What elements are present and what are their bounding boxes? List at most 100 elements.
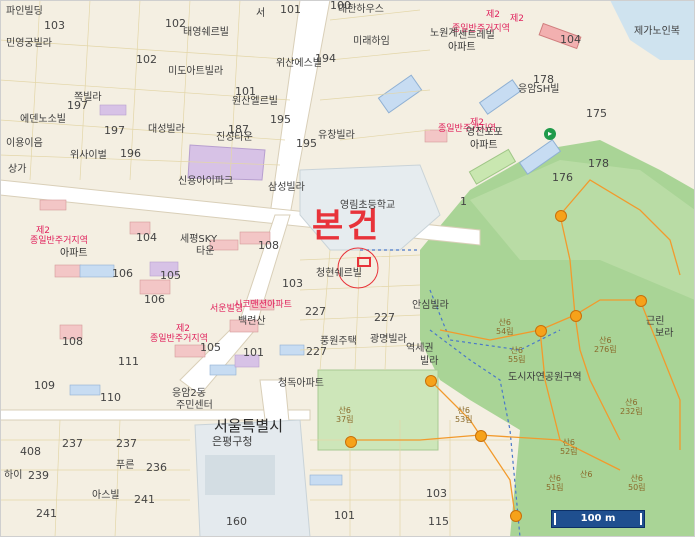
trail-junction-icon[interactable] <box>510 510 522 522</box>
map-label[interactable]: 쪽빌라 <box>74 92 102 103</box>
map-label[interactable]: 광명빌라 <box>370 334 407 345</box>
map-label[interactable]: 응암2동 <box>172 388 206 399</box>
map-label[interactable]: 106 <box>112 268 133 279</box>
map-label[interactable]: 237 <box>116 438 137 449</box>
map-label[interactable]: 서 <box>256 8 265 19</box>
park-entrance-icon[interactable]: ▸ <box>544 128 556 140</box>
map-label[interactable]: 236 <box>146 462 167 473</box>
map-label[interactable]: 102 <box>136 54 157 65</box>
map-label[interactable]: 408 <box>20 446 41 457</box>
map-label[interactable]: 보라 <box>655 328 673 339</box>
map-label[interactable]: 제2 <box>486 10 500 21</box>
trail-junction-icon[interactable] <box>425 375 437 387</box>
map-label[interactable]: 103 <box>44 20 65 31</box>
trail-junction-icon[interactable] <box>475 430 487 442</box>
map-label[interactable]: 백련산 <box>238 316 266 327</box>
map-label[interactable]: 미도아트빌라 <box>168 66 223 77</box>
map-label[interactable]: 196 <box>120 148 141 159</box>
map-label[interactable]: 제2 <box>510 14 524 25</box>
map-label[interactable]: 위사이벌 <box>70 150 107 161</box>
map-label[interactable]: 160 <box>226 516 247 527</box>
map-label[interactable]: 195 <box>296 138 317 149</box>
map-label[interactable]: 원산엘르빌 <box>232 96 278 107</box>
map-label[interactable]: 237 <box>62 438 83 449</box>
map-label[interactable]: 청독아파트 <box>278 378 324 389</box>
map-label[interactable]: 241 <box>134 494 155 505</box>
map-label[interactable]: 104 <box>560 34 581 45</box>
map-label[interactable]: 위산에스빌 <box>276 58 322 69</box>
map-label[interactable]: 태영쉐르빌 <box>183 27 229 38</box>
map-label[interactable]: 노원계 <box>430 28 458 39</box>
map-label[interactable]: 105 <box>200 342 221 353</box>
map-label[interactable]: 109 <box>34 380 55 391</box>
map-label[interactable]: 111 <box>118 356 139 367</box>
map-label[interactable]: 이용이음 <box>6 138 43 149</box>
map-label[interactable]: 민영궁빌라 <box>6 38 52 49</box>
map-label[interactable]: 227 <box>305 306 326 317</box>
trail-junction-icon[interactable] <box>570 310 582 322</box>
map-label[interactable]: 파인빌딩 <box>6 6 43 17</box>
map-label[interactable]: 227 <box>306 346 327 357</box>
map-label[interactable]: 178 <box>588 158 609 169</box>
map-label[interactable]: 청현쉐르빌 <box>316 268 362 279</box>
court-label[interactable]: 서울특별시 <box>214 418 283 435</box>
map-label[interactable]: 110 <box>100 392 121 403</box>
map-label[interactable]: 108 <box>62 336 83 347</box>
trail-junction-icon[interactable] <box>535 325 547 337</box>
map-label[interactable]: 센트레빌 <box>458 30 495 41</box>
map-label[interactable]: 101 <box>280 4 301 15</box>
map-label[interactable]: 시코맨션아파트 <box>234 300 292 311</box>
map-label[interactable]: 아스빌 <box>92 490 120 501</box>
map-label[interactable]: 신용아이파크 <box>178 176 233 187</box>
map-label[interactable]: 115 <box>428 516 449 527</box>
map-label[interactable]: 대성빌라 <box>148 124 185 135</box>
map-label[interactable]: 106 <box>144 294 165 305</box>
map-label[interactable]: 197 <box>104 125 125 136</box>
map-label[interactable]: 상가 <box>8 164 26 175</box>
map-label[interactable]: 175 <box>586 108 607 119</box>
map-label[interactable]: 도시자연공원구역 <box>508 372 582 383</box>
map-label[interactable]: 105 <box>160 270 181 281</box>
map-label[interactable]: 주민센터 <box>176 400 213 411</box>
map-label[interactable]: 아파트 <box>470 140 498 151</box>
court-sublabel[interactable]: 은평구청 <box>212 436 252 447</box>
map-label[interactable]: 유창빌라 <box>318 130 355 141</box>
map-label[interactable]: 101 <box>334 510 355 521</box>
map-label[interactable]: 108 <box>258 240 279 251</box>
map-label[interactable]: 아파트 <box>60 248 88 259</box>
trail-junction-icon[interactable] <box>345 436 357 448</box>
map-label[interactable]: 삼성빌라 <box>268 182 305 193</box>
map-label[interactable]: 아파트 <box>448 42 476 53</box>
map-label[interactable]: 241 <box>36 508 57 519</box>
map-label[interactable]: 176 <box>552 172 573 183</box>
map-label[interactable]: 대한하우스 <box>338 4 384 15</box>
map-label[interactable]: 세평SKY <box>180 234 217 245</box>
map-label[interactable]: 미래하임 <box>353 36 390 47</box>
map-label[interactable]: 영림초등학교 <box>340 200 395 211</box>
trail-label: 산6 51림 <box>546 474 564 492</box>
map-label[interactable]: 1 <box>460 196 467 207</box>
map-label[interactable]: 227 <box>374 312 395 323</box>
map-label[interactable]: 응암SH빌 <box>518 84 559 95</box>
map-label[interactable]: 종일반주거지역 <box>30 236 88 247</box>
map-label[interactable]: 195 <box>270 114 291 125</box>
map-label[interactable]: 239 <box>28 470 49 481</box>
map-canvas[interactable]: 본건 파인빌딩 103 민영궁빌라 102 태영쉐르빌 101 서 100 대한… <box>0 0 695 537</box>
map-label[interactable]: 안심빌라 <box>412 300 449 311</box>
map-label[interactable]: 104 <box>136 232 157 243</box>
map-label[interactable]: 101 <box>243 347 264 358</box>
map-label[interactable]: 타운 <box>196 246 214 257</box>
trail-junction-icon[interactable] <box>555 210 567 222</box>
map-label[interactable]: 103 <box>426 488 447 499</box>
map-label[interactable]: 제가노인복 <box>634 26 680 37</box>
map-label[interactable]: 영진포포 <box>466 127 503 138</box>
trail-junction-icon[interactable] <box>635 295 647 307</box>
map-label[interactable]: 진성타운 <box>216 132 253 143</box>
map-label[interactable]: 푸른 <box>116 460 134 471</box>
map-label[interactable]: 역세권 <box>406 343 434 354</box>
map-label[interactable]: 하이 <box>4 470 22 481</box>
map-label[interactable]: 에덴노소빌 <box>20 114 66 125</box>
map-label[interactable]: 빌라 <box>420 356 438 367</box>
map-label[interactable]: 103 <box>282 278 303 289</box>
map-label[interactable]: 근린 <box>646 316 664 327</box>
